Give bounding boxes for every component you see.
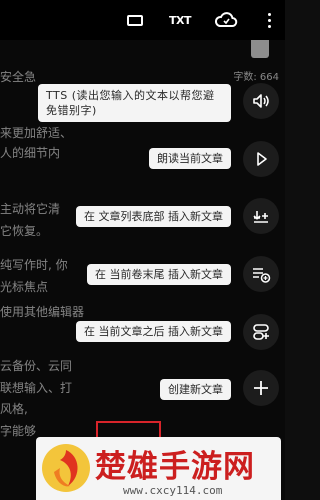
volume-icon[interactable] [243,83,279,119]
banner-title: 楚雄手游网 [95,449,255,485]
playlist-add-icon[interactable] [243,256,279,292]
site-logo-icon [40,442,92,494]
read-article-label[interactable]: 朗读当前文章 [149,148,231,169]
insert-bottom-icon[interactable] [243,198,279,234]
banner-url: www.cxcy114.com [123,484,223,497]
more-vert-icon[interactable] [262,10,276,30]
txt-export-icon[interactable]: TXT [166,10,194,30]
add-icon[interactable] [243,370,279,406]
insert-at-volume-end-label[interactable]: 在 当前卷末尾 插入新文章 [87,264,231,285]
insert-at-list-bottom-label[interactable]: 在 文章列表底部 插入新文章 [76,206,231,227]
top-app-bar: TXT [0,0,285,40]
insert-after-current-label[interactable]: 在 当前文章之后 插入新文章 [76,321,231,342]
watermark-banner: 楚雄手游网 www.cxcy114.com [36,437,281,500]
create-article-label[interactable]: 创建新文章 [160,379,231,400]
cloud-sync-icon[interactable] [212,10,240,30]
play-icon[interactable] [243,141,279,177]
insert-after-icon[interactable] [243,314,279,350]
tts-label[interactable]: TTS (读出您输入的文本以帮您避免错别字) [38,84,231,122]
document-icon[interactable] [124,10,146,30]
